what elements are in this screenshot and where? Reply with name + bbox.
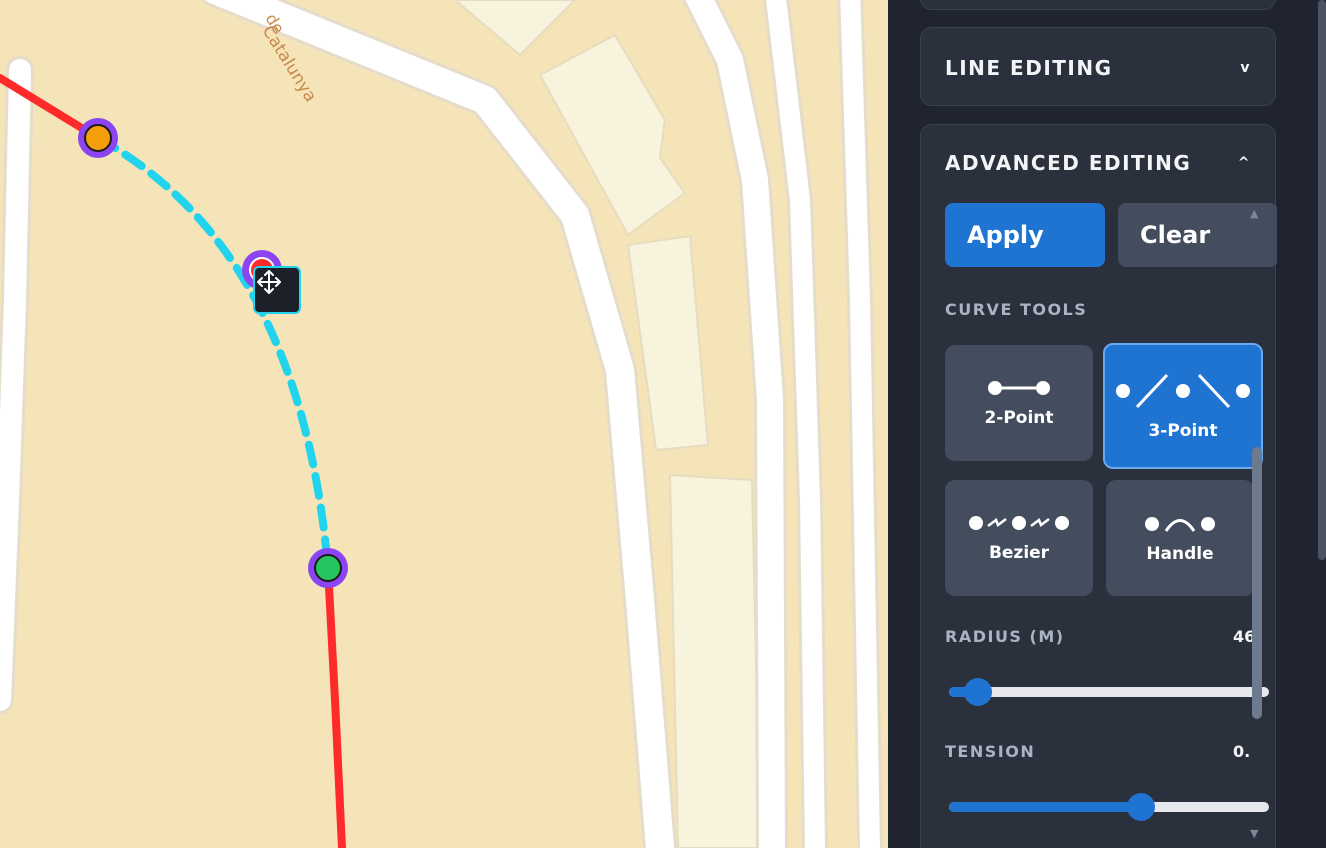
line-editing-section[interactable]: LINE EDITING v	[920, 27, 1276, 106]
chevron-down-icon[interactable]: v	[1240, 60, 1251, 76]
move-handle-button[interactable]	[253, 266, 301, 314]
three-point-icon	[1116, 373, 1250, 409]
line-editing-title: LINE EDITING	[945, 55, 1113, 80]
map-canvas[interactable]: de Catalunya	[0, 0, 888, 848]
tool-bezier[interactable]: Bezier	[945, 480, 1093, 596]
tool-label: Bezier	[988, 543, 1050, 563]
building	[668, 473, 762, 848]
scroll-down-icon[interactable]: ▼	[1250, 827, 1258, 840]
tool-3-point[interactable]: 3-Point	[1103, 343, 1263, 469]
advanced-editing-title: ADVANCED EDITING	[945, 151, 1192, 175]
handle-icon	[1145, 517, 1215, 532]
chevron-up-icon[interactable]: ^	[1238, 155, 1251, 171]
advanced-editing-content[interactable]: Apply Clear CURVE TOOLS 2-Point 3-Point	[921, 201, 1277, 848]
tool-label: 2-Point	[984, 408, 1054, 428]
slider-thumb[interactable]	[963, 678, 992, 706]
building	[453, 0, 577, 57]
section-scrollbar[interactable]: ▲ ▼	[1247, 203, 1265, 848]
move-icon	[257, 270, 281, 294]
curve-preview-line[interactable]	[94, 134, 332, 572]
tool-2-point[interactable]: 2-Point	[945, 345, 1093, 461]
tension-slider[interactable]	[949, 793, 1269, 821]
advanced-editing-header[interactable]: ADVANCED EDITING ^	[945, 125, 1251, 201]
slider-thumb[interactable]	[1127, 793, 1155, 821]
scrollbar-thumb[interactable]	[1252, 447, 1262, 719]
tool-label: Handle	[1146, 544, 1214, 564]
slider-fill	[949, 802, 1141, 812]
two-point-icon	[988, 381, 1050, 395]
panel-scrollbar-thumb[interactable]	[1318, 0, 1326, 560]
advanced-editing-section: ADVANCED EDITING ^ Apply Clear CURVE TOO…	[920, 124, 1277, 848]
bezier-icon	[969, 516, 1069, 530]
curve-tools-label: CURVE TOOLS	[945, 300, 1088, 319]
route-line-red[interactable]	[324, 564, 346, 848]
tool-label: 3-Point	[1148, 421, 1218, 441]
map-tiles: de Catalunya	[0, 0, 883, 848]
tension-label: TENSION	[945, 742, 1036, 761]
radius-label: RADIUS (M)	[945, 627, 1065, 646]
line-editing-header[interactable]: LINE EDITING v	[945, 28, 1251, 107]
apply-button[interactable]: Apply	[945, 203, 1105, 267]
radius-slider[interactable]	[949, 678, 1269, 706]
tool-handle[interactable]: Handle	[1106, 480, 1254, 596]
slider-track	[949, 687, 1269, 697]
scroll-up-icon[interactable]: ▲	[1250, 207, 1258, 220]
collapsed-section-top[interactable]	[920, 0, 1276, 10]
